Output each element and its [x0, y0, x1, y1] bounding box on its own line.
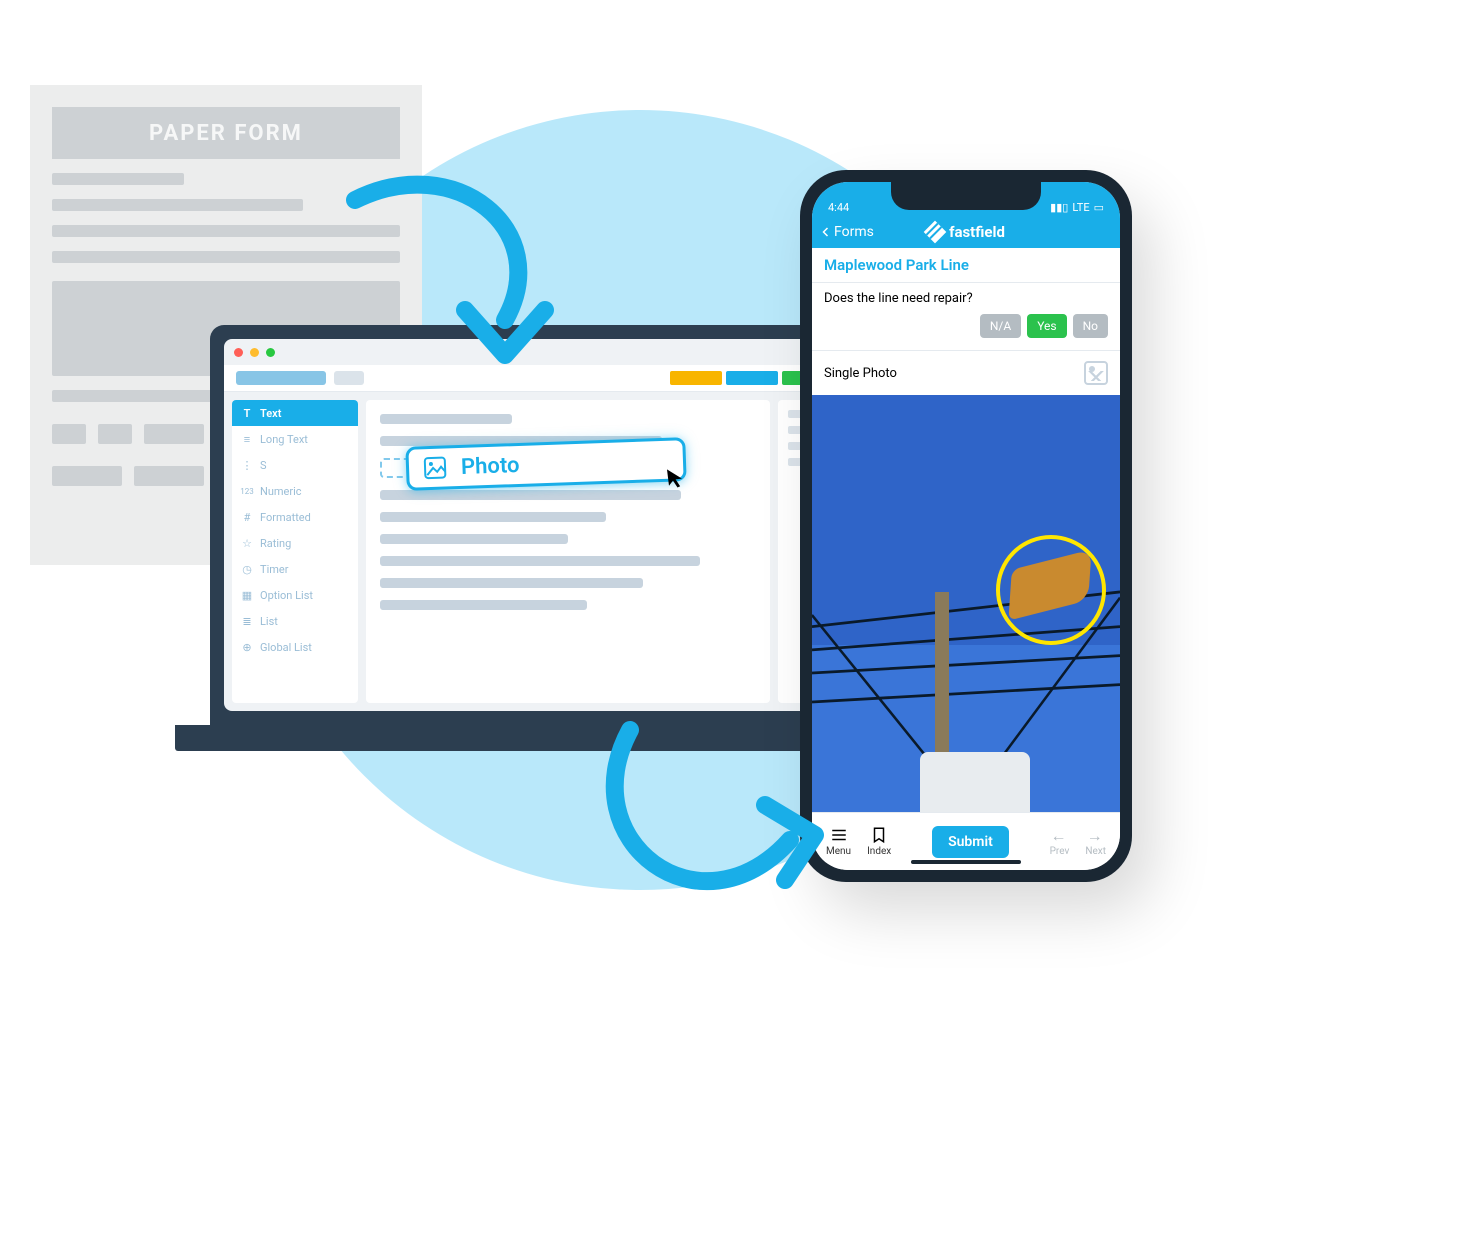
sidebar-item-label: Numeric: [260, 485, 302, 498]
submit-button[interactable]: Submit: [932, 826, 1009, 858]
close-icon[interactable]: [234, 348, 243, 357]
sidebar-item-formatted[interactable]: # Formatted: [232, 504, 358, 530]
longtext-icon: ≡: [240, 432, 254, 446]
numeric-icon: 123: [240, 484, 254, 498]
tab[interactable]: [236, 371, 326, 385]
maximize-icon[interactable]: [266, 348, 275, 357]
sidebar-item-label: Timer: [260, 563, 288, 576]
bucket-truck: [920, 752, 1030, 812]
sidebar-item-label: Global List: [260, 641, 312, 654]
cursor-icon: [664, 465, 689, 495]
form-canvas[interactable]: Photo: [366, 400, 770, 703]
text-icon: T: [240, 406, 254, 420]
photo-field-row[interactable]: Single Photo: [812, 351, 1120, 395]
sidebar-item-label: Text: [260, 407, 281, 420]
form-title: Maplewood Park Line: [812, 248, 1120, 283]
bookmark-icon: [870, 826, 888, 844]
brand-logo-icon: [924, 221, 947, 244]
status-chip: [726, 371, 778, 385]
global-icon: ⊕: [240, 640, 254, 654]
answer-no-button[interactable]: No: [1073, 314, 1108, 338]
sidebar-item-label: Rating: [260, 537, 291, 550]
battery-icon: ▭: [1094, 201, 1104, 214]
arrow-right-icon: →: [1087, 826, 1105, 844]
photo-field-label: Single Photo: [824, 366, 897, 381]
sidebar-item-short[interactable]: ⋮ S: [232, 452, 358, 478]
sidebar-item-rating[interactable]: ☆ Rating: [232, 530, 358, 556]
chevron-left-icon: [820, 226, 832, 238]
timer-icon: ◷: [240, 562, 254, 576]
sidebar-item-numeric[interactable]: 123 Numeric: [232, 478, 358, 504]
sidebar-item-timer[interactable]: ◷ Timer: [232, 556, 358, 582]
list-icon: ≣: [240, 614, 254, 628]
rating-icon: ☆: [240, 536, 254, 550]
next-button[interactable]: → Next: [1085, 826, 1106, 857]
sidebar-item-label: Formatted: [260, 511, 311, 524]
form-question: Does the line need repair? N/A Yes No: [812, 283, 1120, 351]
arrow-laptop-to-phone-icon: [590, 720, 850, 940]
answer-na-button[interactable]: N/A: [980, 314, 1021, 338]
status-network: LTE: [1072, 201, 1089, 214]
arrow-left-icon: ←: [1050, 826, 1068, 844]
signal-icon: ▮▮▯: [1050, 201, 1068, 214]
question-text: Does the line need repair?: [824, 291, 1108, 306]
drag-chip-photo[interactable]: Photo: [405, 437, 686, 491]
sidebar-item-global[interactable]: ⊕ Global List: [232, 634, 358, 660]
status-chip: [670, 371, 722, 385]
notch: [891, 182, 1041, 210]
drag-chip-label: Photo: [461, 452, 520, 479]
back-label: Forms: [834, 224, 874, 240]
sidebar-item-longtext[interactable]: ≡ Long Text: [232, 426, 358, 452]
sidebar-item-text[interactable]: T Text: [232, 400, 358, 426]
app-header: Forms fastfield: [812, 216, 1120, 248]
photo-placeholder-icon: [1084, 361, 1108, 385]
brand-name: fastfield: [949, 223, 1005, 241]
option-icon: ▦: [240, 588, 254, 602]
index-button[interactable]: Index: [867, 826, 891, 857]
field-type-sidebar: T Text ≡ Long Text ⋮ S 123 Numeric: [232, 400, 358, 703]
annotation-circle: [996, 535, 1106, 645]
sidebar-item-label: List: [260, 615, 278, 628]
back-button[interactable]: Forms: [820, 224, 874, 240]
minimize-icon[interactable]: [250, 348, 259, 357]
photo-icon: [423, 455, 448, 480]
short-icon: ⋮: [240, 458, 254, 472]
captured-photo[interactable]: [812, 395, 1120, 812]
sidebar-item-label: Option List: [260, 589, 313, 602]
sidebar-item-label: S: [260, 459, 267, 472]
paper-form-title: PAPER FORM: [52, 107, 400, 159]
arrow-paper-to-laptop-icon: [345, 170, 605, 390]
formatted-icon: #: [240, 510, 254, 524]
prev-button[interactable]: ← Prev: [1050, 826, 1070, 857]
answer-yes-button[interactable]: Yes: [1027, 314, 1066, 338]
status-time: 4:44: [828, 201, 849, 214]
sidebar-item-option[interactable]: ▦ Option List: [232, 582, 358, 608]
brand: fastfield: [927, 223, 1005, 241]
sidebar-item-label: Long Text: [260, 433, 308, 446]
home-indicator[interactable]: [911, 860, 1021, 864]
sidebar-item-list[interactable]: ≣ List: [232, 608, 358, 634]
